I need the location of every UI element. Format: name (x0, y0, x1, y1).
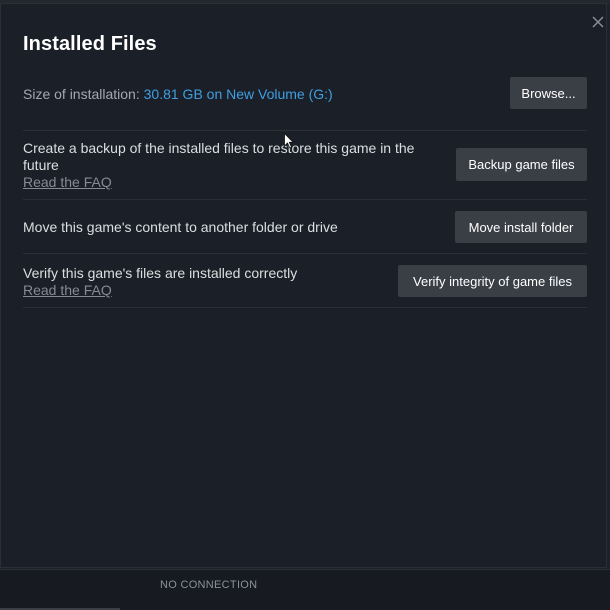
divider (23, 130, 587, 131)
browse-button[interactable]: Browse... (510, 77, 587, 109)
mouse-cursor-icon (284, 133, 294, 149)
backup-description: Create a backup of the installed files t… (23, 140, 415, 173)
verify-faq-link[interactable]: Read the FAQ (23, 282, 297, 299)
dialog-title: Installed Files (23, 33, 157, 55)
connection-status: NO CONNECTION (160, 579, 258, 591)
verify-row-text: Verify this game's files are installed c… (23, 265, 297, 299)
installation-size-label: Size of installation: (23, 86, 144, 102)
backup-game-files-button[interactable]: Backup game files (456, 148, 587, 181)
status-bar-border (0, 569, 610, 570)
bottom-status-bar (0, 569, 610, 610)
divider (23, 199, 587, 200)
divider (23, 307, 587, 308)
installation-size-value: 30.81 GB on New Volume (G:) (143, 86, 333, 102)
backup-faq-link[interactable]: Read the FAQ (23, 174, 433, 191)
move-install-folder-button[interactable]: Move install folder (455, 211, 587, 243)
installation-size-text: Size of installation: 30.81 GB on New Vo… (23, 86, 333, 103)
verify-description: Verify this game's files are installed c… (23, 265, 298, 281)
verify-integrity-button[interactable]: Verify integrity of game files (398, 265, 587, 297)
close-icon[interactable] (588, 12, 608, 32)
divider (23, 253, 587, 254)
move-description: Move this game's content to another fold… (23, 219, 338, 235)
backup-row-text: Create a backup of the installed files t… (23, 140, 433, 191)
